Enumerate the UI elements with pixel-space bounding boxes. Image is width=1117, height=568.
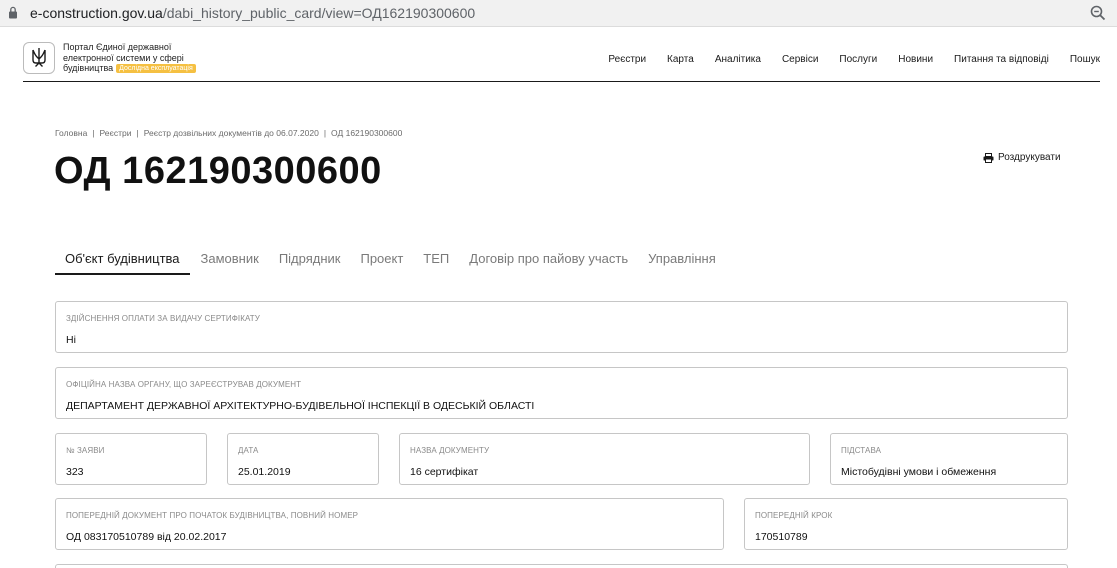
tab-management[interactable]: Управління [638,251,726,275]
browser-address-bar[interactable]: e-construction.gov.ua/dabi_history_publi… [0,0,1117,27]
tab-construction-object[interactable]: Об'єкт будівництва [55,251,190,275]
lock-icon [9,6,17,19]
tab-bar: Об'єкт будівництва Замовник Підрядник Пр… [55,251,726,275]
field-label: Підстава [841,446,882,455]
portal-name-line2: електронної системи у сфері [63,52,184,63]
page-title: ОД 162190300600 [54,150,382,192]
application-number-field: № заяви 323 [55,433,207,485]
basis-field: Підстава Містобудівні умови і обмеження [830,433,1068,485]
printer-icon [983,152,994,163]
breadcrumb-separator: | [323,128,327,138]
field-label: Назва документу [410,446,490,455]
breadcrumb-registry[interactable]: Реєстр дозвільних документів до 06.07.20… [144,128,319,138]
nav-faq[interactable]: Питання та відповіді [954,54,1049,65]
nav-news[interactable]: Новини [898,54,933,65]
field-label: Попередній документ про початок будівниц… [66,511,359,520]
print-label: Роздрукувати [998,152,1061,163]
nav-map[interactable]: Карта [667,54,694,65]
tab-equity-agreement[interactable]: Договір про пайову участь [459,251,638,275]
date-field: Дата 25.01.2019 [227,433,379,485]
field-value: ОД 083170510789 від 20.02.2017 [66,531,227,543]
breadcrumb: Головна | Реєстри | Реєстр дозвільних докуме… [55,128,402,138]
portal-name-line3: будівництва [63,63,114,73]
previous-document-field: Попередній документ про початок будівниц… [55,498,724,550]
field-value: 323 [66,466,84,478]
field-value: 170510789 [755,531,808,543]
nav-analytics[interactable]: Аналітика [715,54,761,65]
breadcrumb-separator: | [92,128,95,138]
field-label: Дата [238,446,259,455]
print-button[interactable]: Роздрукувати [983,152,1061,163]
portal-name-line1: Портал Єдиної державної [63,42,172,52]
field-value: ДЕПАРТАМЕНТ ДЕРЖАВНОЇ АРХІТЕКТУРНО-БУДІВ… [66,400,535,412]
tab-contractor[interactable]: Підрядник [269,251,351,275]
field-label: № заяви [66,446,105,455]
next-field-partial [55,564,1068,568]
field-value: Містобудівні умови і обмеження [841,466,997,478]
breadcrumb-registries[interactable]: Реєстри [100,128,132,138]
document-name-field: Назва документу 16 сертифікат [399,433,810,485]
breadcrumb-home[interactable]: Головна [55,128,87,138]
beta-badge: Дослідна експлуатація [116,64,196,73]
field-value: 25.01.2019 [238,466,291,478]
breadcrumb-current: ОД 162190300600 [331,128,403,138]
trident-icon [32,48,46,67]
url-path: /dabi_history_public_card/view=ОД1621903… [162,5,476,21]
address-url[interactable]: e-construction.gov.ua/dabi_history_publi… [30,5,475,21]
main-nav: Реєстри Карта Аналітика Сервіси Послуги … [608,54,1100,65]
nav-public-services[interactable]: Послуги [839,54,877,65]
authority-field: Офіційна назва органу, що зареєстрував д… [55,367,1068,419]
nav-search[interactable]: Пошук [1070,54,1100,65]
field-label: Офіційна назва органу, що зареєстрував д… [66,380,302,389]
previous-step-field: Попередній крок 170510789 [744,498,1068,550]
field-label: Попередній крок [755,511,833,520]
nav-registries[interactable]: Реєстри [608,54,646,65]
portal-name[interactable]: Портал Єдиної державної електронної сист… [63,42,233,74]
url-domain: e-construction.gov.ua [30,5,163,21]
field-value: Ні [66,334,76,346]
tab-tep[interactable]: ТЕП [413,251,459,275]
payment-field: Здійснення оплати за видачу сертифікату … [55,301,1068,353]
breadcrumb-separator: | [136,128,139,138]
site-header: Портал Єдиної державної електронної сист… [23,40,1100,82]
zoom-icon[interactable] [1089,4,1107,22]
tab-customer[interactable]: Замовник [191,251,269,275]
field-label: Здійснення оплати за видачу сертифікату [66,314,260,323]
tab-project[interactable]: Проект [350,251,413,275]
field-value: 16 сертифікат [410,466,479,478]
nav-services[interactable]: Сервіси [782,54,818,65]
site-logo[interactable] [23,42,55,74]
